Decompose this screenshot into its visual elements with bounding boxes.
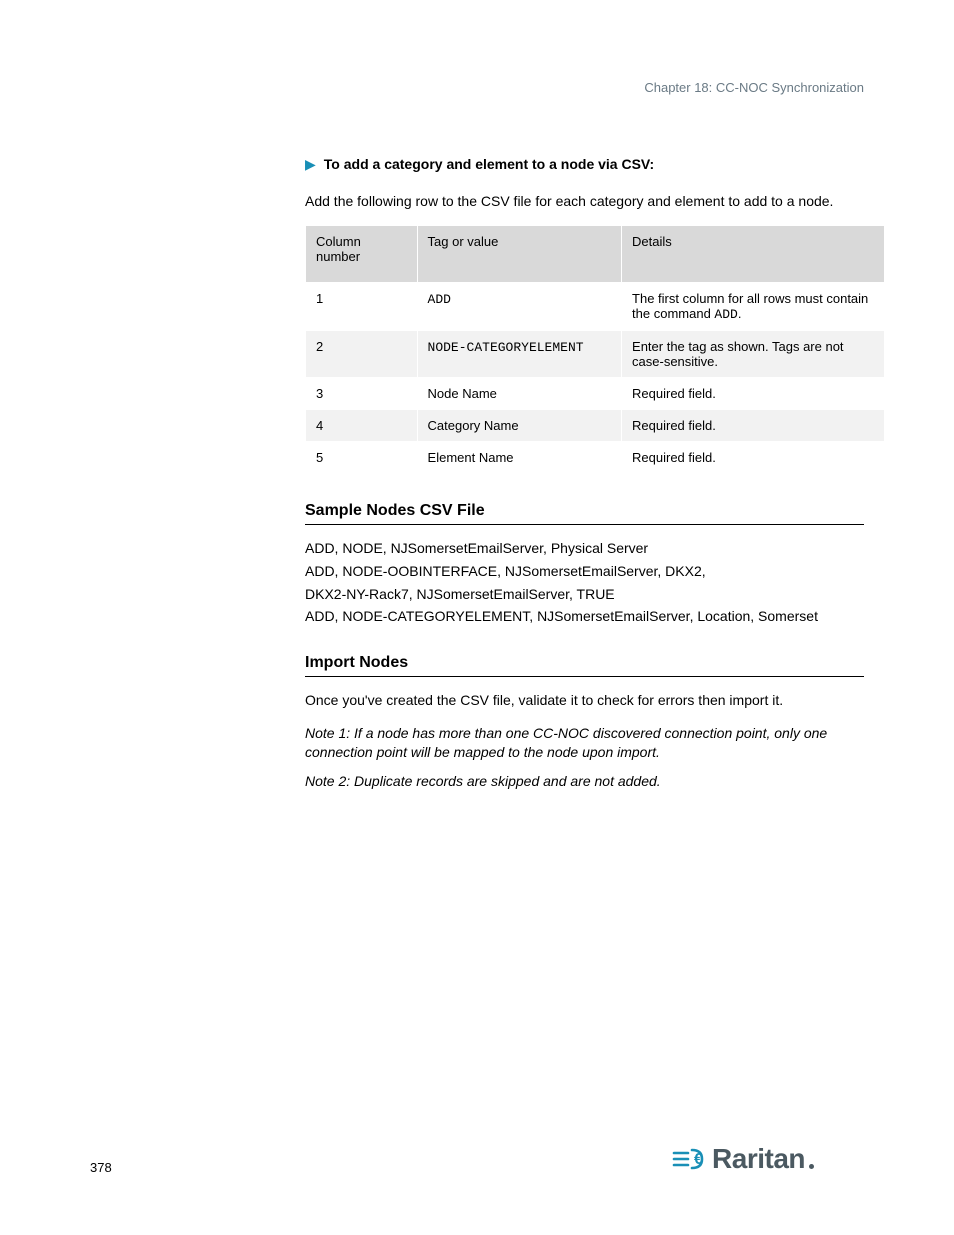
cell-details: Required field. [622,377,885,409]
cell-colnum: 4 [306,409,418,441]
task-heading: To add a category and element to a node … [324,155,654,174]
note-1: Note 1: If a node has more than one CC-N… [305,724,864,762]
cell-details: Required field. [622,409,885,441]
import-body: Once you've created the CSV file, valida… [305,691,864,710]
code-text: ADD [428,292,451,307]
section-import-title: Import Nodes [305,654,864,677]
sample-line: ADD, NODE-OOBINTERFACE, NJSomersetEmailS… [305,562,864,581]
cell-tag: Node Name [417,377,622,409]
brand-logo-icon: € [672,1146,706,1172]
cell-tag: Element Name [417,441,622,473]
table-row: 5 Element Name Required field. [306,441,885,473]
page-root: Chapter 18: CC-NOC Synchronization ▶ To … [0,0,954,1235]
cell-colnum: 5 [306,441,418,473]
sample-line: DKX2-NY-Rack7, NJSomersetEmailServer, TR… [305,585,864,604]
sample-line: ADD, NODE, NJSomersetEmailServer, Physic… [305,539,864,558]
triangle-icon: ▶ [305,156,316,173]
cell-details: The first column for all rows must conta… [622,282,885,330]
table-row: 4 Category Name Required field. [306,409,885,441]
table-row: 1 ADD The first column for all rows must… [306,282,885,330]
code-text: NODE-CATEGORYELEMENT [428,340,584,355]
table-row: 2 NODE-CATEGORYELEMENT Enter the tag as … [306,330,885,377]
chapter-reference: Chapter 18: CC-NOC Synchronization [305,80,864,95]
csv-columns-table: Column number Tag or value Details 1 ADD… [305,225,885,474]
page-number: 378 [90,1160,112,1175]
table-header-row: Column number Tag or value Details [306,225,885,282]
table-header-colnum: Column number [306,225,418,282]
section-sample-title: Sample Nodes CSV File [305,502,864,525]
table-header-details: Details [622,225,885,282]
cell-details: Enter the tag as shown. Tags are not cas… [622,330,885,377]
cell-tag: Category Name [417,409,622,441]
cell-tag: ADD [417,282,622,330]
cell-colnum: 3 [306,377,418,409]
brand-logo-dot-icon [809,1164,814,1169]
svg-text:€: € [694,1151,703,1168]
brand-logo: € Raritan [672,1143,814,1175]
brand-logo-text: Raritan [712,1143,805,1175]
sample-line: ADD, NODE-CATEGORYELEMENT, NJSomersetEma… [305,607,864,626]
cell-colnum: 2 [306,330,418,377]
cell-details: Required field. [622,441,885,473]
cell-colnum: 1 [306,282,418,330]
code-text: ADD [714,307,737,322]
task-intro: Add the following row to the CSV file fo… [305,192,864,211]
table-row: 3 Node Name Required field. [306,377,885,409]
note-2: Note 2: Duplicate records are skipped an… [305,772,864,791]
cell-tag: NODE-CATEGORYELEMENT [417,330,622,377]
task-heading-row: ▶ To add a category and element to a nod… [305,155,864,174]
table-header-tag: Tag or value [417,225,622,282]
